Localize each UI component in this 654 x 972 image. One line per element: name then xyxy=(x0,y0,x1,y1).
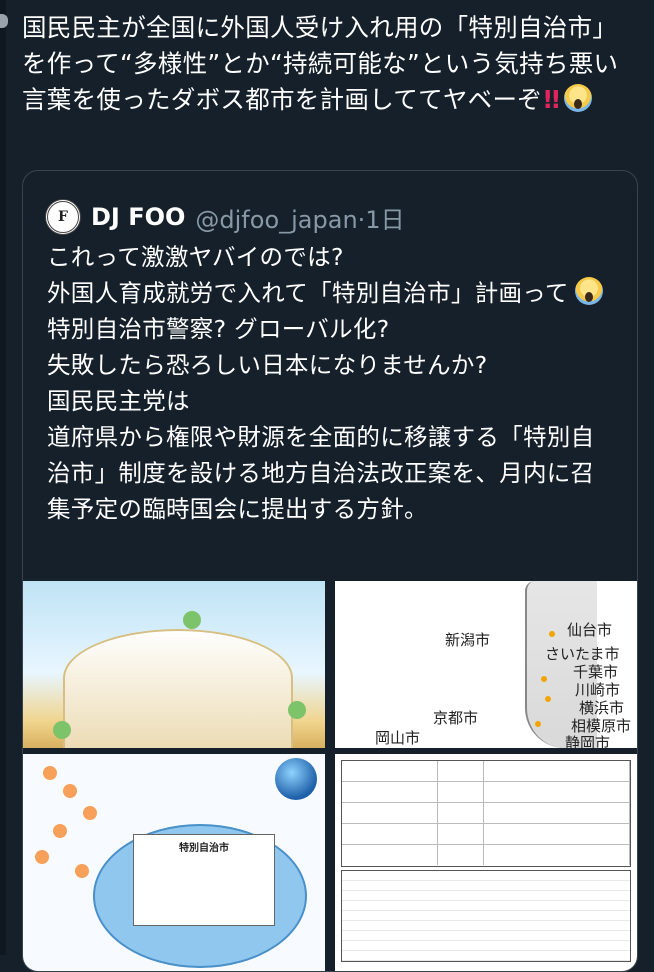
quote-line: 失敗したら恐ろしい日本になりませんか? xyxy=(47,351,488,379)
media-image-diagram[interactable]: 特別自治市 xyxy=(23,754,325,971)
quote-author-name[interactable]: DJ FOO xyxy=(91,203,185,231)
face-icon xyxy=(63,784,77,798)
diagram-center-title: 特別自治市 xyxy=(179,843,229,854)
face-icon xyxy=(75,864,89,878)
quoted-tweet[interactable]: F DJ FOO @djfoo_japan·1日 これって激激ヤバイのでは? 外… xyxy=(22,170,638,972)
quote-line: 外国人育成就労で入れて「特別自治市」計画って xyxy=(47,279,569,307)
table-row xyxy=(342,824,630,845)
map-label: 静岡市 xyxy=(565,734,611,748)
map-label: 新潟市 xyxy=(445,631,491,649)
document-table xyxy=(341,760,631,867)
tree-shape xyxy=(288,701,306,719)
table-row xyxy=(342,782,630,803)
screaming-face-icon xyxy=(564,84,593,112)
table-row xyxy=(342,803,630,824)
table-row xyxy=(342,761,630,782)
map-dot xyxy=(545,696,551,702)
face-icon xyxy=(43,766,57,780)
map-dot xyxy=(535,721,541,727)
dome-shape xyxy=(63,629,293,748)
map-label: 仙台市 xyxy=(567,621,613,639)
screaming-face-icon xyxy=(574,277,603,305)
media-image-document-table[interactable] xyxy=(335,754,637,971)
tree-shape xyxy=(53,721,71,739)
double-exclamation-icon: !! xyxy=(542,85,561,114)
left-rail xyxy=(0,0,6,955)
media-grid: 新潟市 仙台市 さいたま市 千葉市 川崎市 横浜市 相模原市 静岡市 京都市 岡… xyxy=(23,581,637,971)
quote-text: これって激激ヤバイのでは? 外国人育成就労で入れて「特別自治市」計画って 特別自… xyxy=(47,239,617,527)
quote-line: 国民民主党は xyxy=(47,387,190,415)
avatar[interactable] xyxy=(0,14,8,28)
media-image-city-illustration[interactable] xyxy=(23,581,325,748)
diagram-center-box: 特別自治市 xyxy=(133,834,275,926)
quote-line: 道府県から権限や財源を全面的に移譲する「特別自治市」制度を設ける地方自治法改正案… xyxy=(47,423,595,523)
face-icon xyxy=(53,824,67,838)
tree-shape xyxy=(183,611,201,629)
quote-line: これって激激ヤバイのでは? xyxy=(47,243,344,271)
quote-avatar[interactable]: F xyxy=(45,199,81,235)
media-image-map[interactable]: 新潟市 仙台市 さいたま市 千葉市 川崎市 横浜市 相模原市 静岡市 京都市 岡… xyxy=(335,581,637,748)
map-dot xyxy=(549,631,555,637)
tweet-text: 国民民主が全国に外国人受け入れ用の「特別自治市」を作って“多様性”とか“持続可能… xyxy=(22,13,619,114)
quote-line: 特別自治市警察? グローバル化? xyxy=(47,315,390,343)
map-dot xyxy=(541,676,547,682)
quote-author-handle: @djfoo_japan·1日 xyxy=(195,205,405,234)
face-icon xyxy=(83,806,97,820)
tweet-body: 国民民主が全国に外国人受け入れ用の「特別自治市」を作って“多様性”とか“持続可能… xyxy=(22,10,634,118)
globe-icon xyxy=(275,758,317,800)
document-text-block xyxy=(341,870,631,962)
map-label: 京都市 xyxy=(433,709,479,727)
table-row xyxy=(342,845,630,865)
face-icon xyxy=(35,850,49,864)
quoted-tweet-header: F DJ FOO @djfoo_japan·1日 xyxy=(45,197,405,237)
map-label: 岡山市 xyxy=(375,729,421,747)
